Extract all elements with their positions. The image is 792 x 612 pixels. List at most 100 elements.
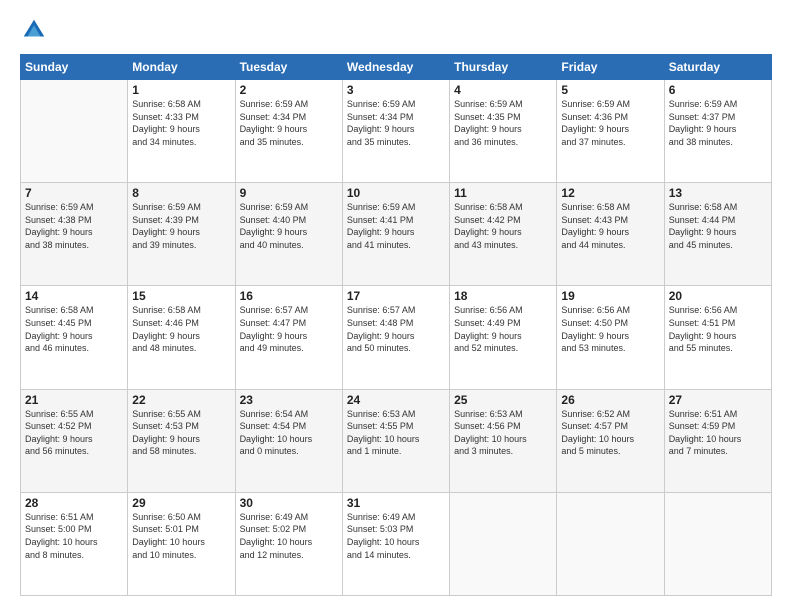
day-info: Sunrise: 6:59 AM Sunset: 4:37 PM Dayligh… [669,98,767,148]
day-number: 13 [669,186,767,200]
day-number: 17 [347,289,445,303]
day-number: 1 [132,83,230,97]
day-info: Sunrise: 6:51 AM Sunset: 5:00 PM Dayligh… [25,511,123,561]
calendar-cell: 27Sunrise: 6:51 AM Sunset: 4:59 PM Dayli… [664,389,771,492]
day-info: Sunrise: 6:52 AM Sunset: 4:57 PM Dayligh… [561,408,659,458]
day-info: Sunrise: 6:58 AM Sunset: 4:33 PM Dayligh… [132,98,230,148]
calendar-cell: 18Sunrise: 6:56 AM Sunset: 4:49 PM Dayli… [450,286,557,389]
calendar-cell [557,492,664,595]
day-number: 7 [25,186,123,200]
day-info: Sunrise: 6:59 AM Sunset: 4:35 PM Dayligh… [454,98,552,148]
weekday-row: SundayMondayTuesdayWednesdayThursdayFrid… [21,55,772,80]
calendar-cell: 17Sunrise: 6:57 AM Sunset: 4:48 PM Dayli… [342,286,449,389]
day-info: Sunrise: 6:59 AM Sunset: 4:34 PM Dayligh… [240,98,338,148]
day-info: Sunrise: 6:58 AM Sunset: 4:44 PM Dayligh… [669,201,767,251]
day-info: Sunrise: 6:50 AM Sunset: 5:01 PM Dayligh… [132,511,230,561]
day-number: 4 [454,83,552,97]
calendar-cell: 3Sunrise: 6:59 AM Sunset: 4:34 PM Daylig… [342,80,449,183]
day-number: 10 [347,186,445,200]
day-number: 26 [561,393,659,407]
week-row-1: 1Sunrise: 6:58 AM Sunset: 4:33 PM Daylig… [21,80,772,183]
weekday-header-tuesday: Tuesday [235,55,342,80]
day-info: Sunrise: 6:59 AM Sunset: 4:40 PM Dayligh… [240,201,338,251]
day-info: Sunrise: 6:58 AM Sunset: 4:43 PM Dayligh… [561,201,659,251]
week-row-2: 7Sunrise: 6:59 AM Sunset: 4:38 PM Daylig… [21,183,772,286]
day-number: 3 [347,83,445,97]
day-info: Sunrise: 6:56 AM Sunset: 4:51 PM Dayligh… [669,304,767,354]
logo-icon [20,16,48,44]
calendar-cell: 16Sunrise: 6:57 AM Sunset: 4:47 PM Dayli… [235,286,342,389]
calendar-cell: 20Sunrise: 6:56 AM Sunset: 4:51 PM Dayli… [664,286,771,389]
calendar-cell: 15Sunrise: 6:58 AM Sunset: 4:46 PM Dayli… [128,286,235,389]
day-info: Sunrise: 6:55 AM Sunset: 4:53 PM Dayligh… [132,408,230,458]
calendar-cell: 13Sunrise: 6:58 AM Sunset: 4:44 PM Dayli… [664,183,771,286]
calendar-cell: 28Sunrise: 6:51 AM Sunset: 5:00 PM Dayli… [21,492,128,595]
day-number: 9 [240,186,338,200]
day-number: 8 [132,186,230,200]
day-info: Sunrise: 6:55 AM Sunset: 4:52 PM Dayligh… [25,408,123,458]
calendar-cell: 24Sunrise: 6:53 AM Sunset: 4:55 PM Dayli… [342,389,449,492]
calendar-cell: 23Sunrise: 6:54 AM Sunset: 4:54 PM Dayli… [235,389,342,492]
calendar-cell: 4Sunrise: 6:59 AM Sunset: 4:35 PM Daylig… [450,80,557,183]
day-number: 12 [561,186,659,200]
day-number: 14 [25,289,123,303]
calendar-table: SundayMondayTuesdayWednesdayThursdayFrid… [20,54,772,596]
calendar-cell [21,80,128,183]
day-info: Sunrise: 6:58 AM Sunset: 4:45 PM Dayligh… [25,304,123,354]
calendar-cell: 1Sunrise: 6:58 AM Sunset: 4:33 PM Daylig… [128,80,235,183]
weekday-header-sunday: Sunday [21,55,128,80]
day-number: 23 [240,393,338,407]
calendar-cell: 22Sunrise: 6:55 AM Sunset: 4:53 PM Dayli… [128,389,235,492]
day-number: 25 [454,393,552,407]
calendar-cell [664,492,771,595]
page-header [20,16,772,44]
calendar-cell [450,492,557,595]
day-info: Sunrise: 6:53 AM Sunset: 4:55 PM Dayligh… [347,408,445,458]
day-number: 28 [25,496,123,510]
day-number: 22 [132,393,230,407]
calendar-cell: 5Sunrise: 6:59 AM Sunset: 4:36 PM Daylig… [557,80,664,183]
day-number: 2 [240,83,338,97]
day-number: 19 [561,289,659,303]
day-number: 27 [669,393,767,407]
week-row-3: 14Sunrise: 6:58 AM Sunset: 4:45 PM Dayli… [21,286,772,389]
day-info: Sunrise: 6:49 AM Sunset: 5:03 PM Dayligh… [347,511,445,561]
day-info: Sunrise: 6:56 AM Sunset: 4:49 PM Dayligh… [454,304,552,354]
calendar-cell: 19Sunrise: 6:56 AM Sunset: 4:50 PM Dayli… [557,286,664,389]
weekday-header-saturday: Saturday [664,55,771,80]
calendar-cell: 29Sunrise: 6:50 AM Sunset: 5:01 PM Dayli… [128,492,235,595]
day-number: 16 [240,289,338,303]
weekday-header-monday: Monday [128,55,235,80]
day-number: 21 [25,393,123,407]
day-number: 18 [454,289,552,303]
day-info: Sunrise: 6:59 AM Sunset: 4:41 PM Dayligh… [347,201,445,251]
day-number: 20 [669,289,767,303]
weekday-header-wednesday: Wednesday [342,55,449,80]
calendar-cell: 21Sunrise: 6:55 AM Sunset: 4:52 PM Dayli… [21,389,128,492]
day-number: 5 [561,83,659,97]
day-info: Sunrise: 6:59 AM Sunset: 4:39 PM Dayligh… [132,201,230,251]
calendar-body: 1Sunrise: 6:58 AM Sunset: 4:33 PM Daylig… [21,80,772,596]
day-info: Sunrise: 6:54 AM Sunset: 4:54 PM Dayligh… [240,408,338,458]
day-number: 11 [454,186,552,200]
calendar-cell: 10Sunrise: 6:59 AM Sunset: 4:41 PM Dayli… [342,183,449,286]
day-info: Sunrise: 6:59 AM Sunset: 4:36 PM Dayligh… [561,98,659,148]
calendar-cell: 11Sunrise: 6:58 AM Sunset: 4:42 PM Dayli… [450,183,557,286]
day-number: 31 [347,496,445,510]
calendar-cell: 2Sunrise: 6:59 AM Sunset: 4:34 PM Daylig… [235,80,342,183]
week-row-5: 28Sunrise: 6:51 AM Sunset: 5:00 PM Dayli… [21,492,772,595]
day-number: 15 [132,289,230,303]
day-info: Sunrise: 6:51 AM Sunset: 4:59 PM Dayligh… [669,408,767,458]
day-number: 6 [669,83,767,97]
calendar-cell: 9Sunrise: 6:59 AM Sunset: 4:40 PM Daylig… [235,183,342,286]
calendar-header: SundayMondayTuesdayWednesdayThursdayFrid… [21,55,772,80]
day-number: 30 [240,496,338,510]
calendar-cell: 6Sunrise: 6:59 AM Sunset: 4:37 PM Daylig… [664,80,771,183]
day-info: Sunrise: 6:56 AM Sunset: 4:50 PM Dayligh… [561,304,659,354]
day-info: Sunrise: 6:58 AM Sunset: 4:42 PM Dayligh… [454,201,552,251]
day-info: Sunrise: 6:58 AM Sunset: 4:46 PM Dayligh… [132,304,230,354]
day-info: Sunrise: 6:57 AM Sunset: 4:47 PM Dayligh… [240,304,338,354]
calendar-cell: 8Sunrise: 6:59 AM Sunset: 4:39 PM Daylig… [128,183,235,286]
day-number: 29 [132,496,230,510]
day-info: Sunrise: 6:57 AM Sunset: 4:48 PM Dayligh… [347,304,445,354]
